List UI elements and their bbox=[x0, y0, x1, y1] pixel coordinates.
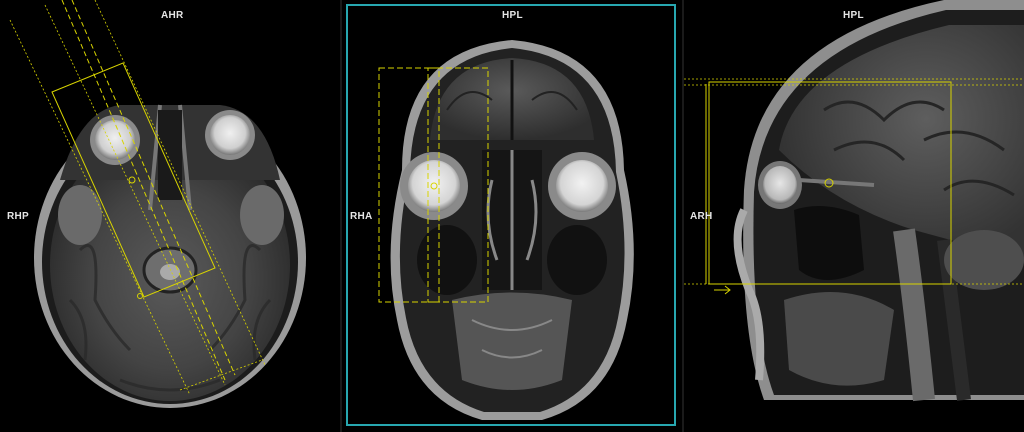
sagittal-mri-image bbox=[684, 0, 1024, 402]
axial-viewport[interactable]: AHR RHP bbox=[0, 0, 340, 432]
coronal-viewport[interactable]: HPL RHA bbox=[342, 0, 682, 432]
axial-mri-image bbox=[9, 0, 306, 408]
sagittal-orientation-left: ARH bbox=[690, 211, 713, 222]
active-viewport-frame bbox=[346, 4, 676, 426]
coronal-orientation-left: RHA bbox=[350, 211, 373, 222]
axial-orientation-left: RHP bbox=[7, 211, 30, 222]
axial-orientation-top: AHR bbox=[161, 10, 184, 21]
sagittal-viewport[interactable]: HPL ARH bbox=[684, 0, 1024, 432]
sagittal-orientation-top: HPL bbox=[843, 10, 864, 21]
coronal-orientation-top: HPL bbox=[502, 10, 523, 21]
